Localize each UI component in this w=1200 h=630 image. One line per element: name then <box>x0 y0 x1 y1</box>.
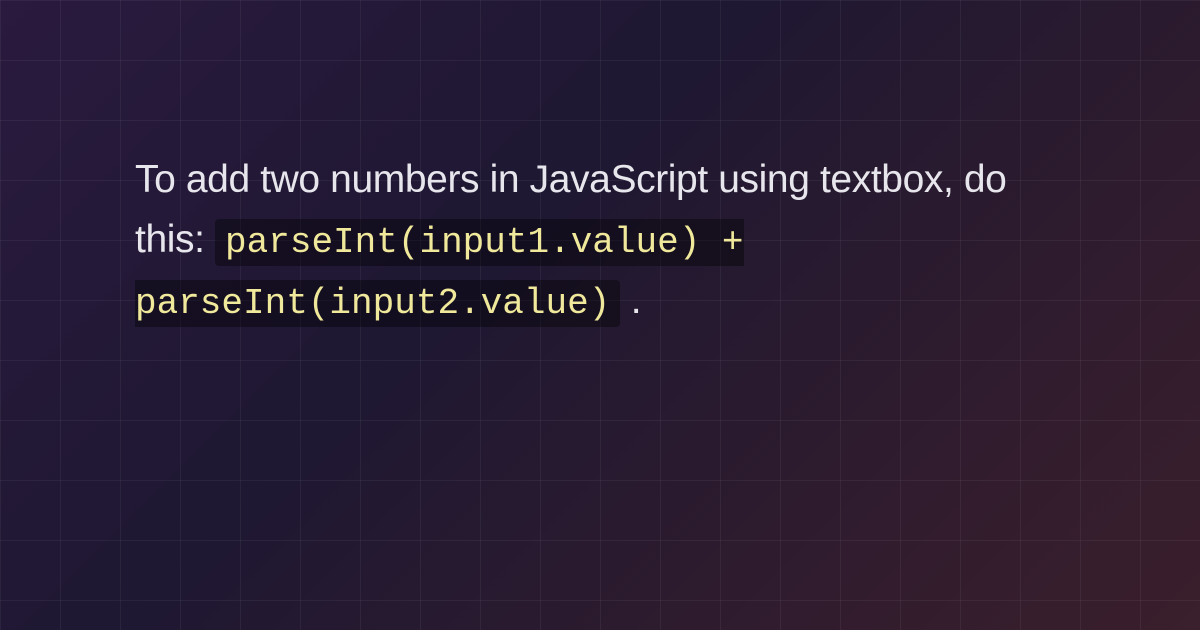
trailing-text: . <box>631 279 641 322</box>
description-paragraph: To add two numbers in JavaScript using t… <box>135 150 1065 332</box>
content-area: To add two numbers in JavaScript using t… <box>0 0 1200 332</box>
code-snippet: parseInt(input1.value) + parseInt(input2… <box>135 219 744 327</box>
